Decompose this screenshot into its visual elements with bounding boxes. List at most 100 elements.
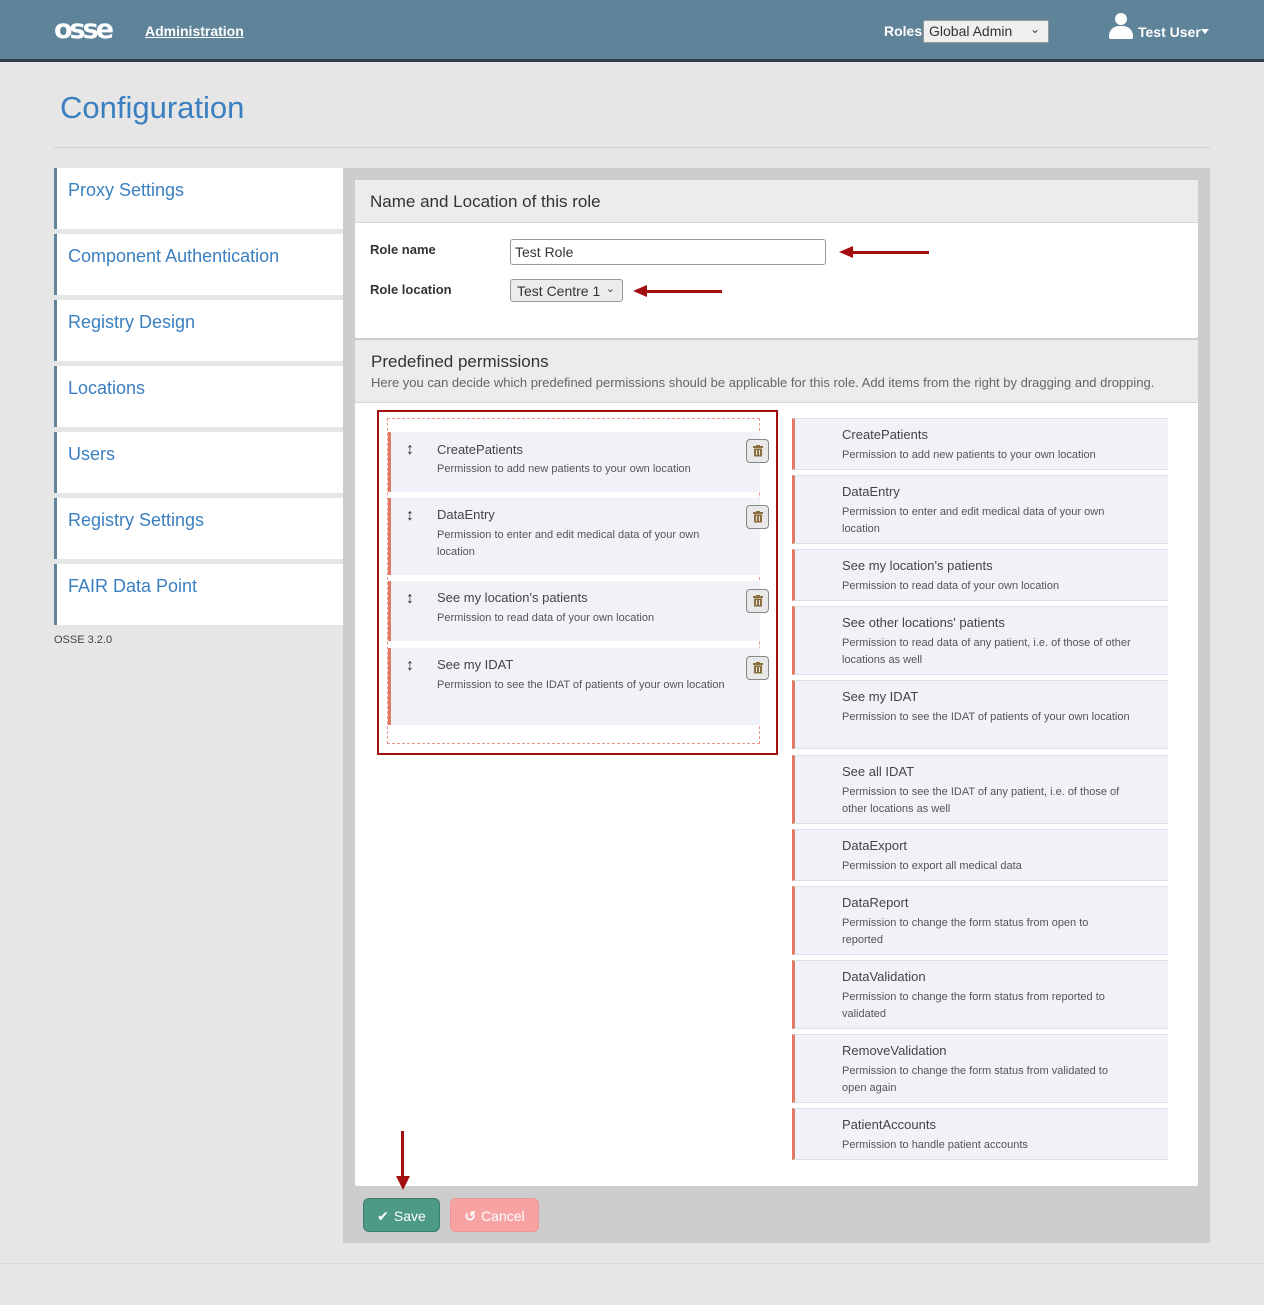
available-permission-item[interactable]: See other locations' patients Permission… [792, 606, 1168, 675]
permissions-header: Predefined permissions Here you can deci… [355, 340, 1198, 403]
check-icon: ✔ [377, 1208, 389, 1224]
role-section-title: Name and Location of this role [355, 180, 1198, 223]
roles-select-value: Global Admin [929, 23, 1013, 39]
annotation-arrow-role-name [852, 251, 929, 254]
drag-handle-icon[interactable]: ↕ [406, 441, 414, 459]
permission-title: See other locations' patients [842, 615, 1005, 630]
title-divider [54, 147, 1210, 148]
role-name-label: Role name [370, 242, 436, 257]
sidebar-item-component-authentication[interactable]: Component Authentication [54, 234, 343, 295]
available-permission-item[interactable]: See my IDAT Permission to see the IDAT o… [792, 680, 1168, 749]
permission-title: See my location's patients [842, 558, 993, 573]
page-title: Configuration [60, 90, 245, 125]
permission-description: Permission to enter and edit medical dat… [437, 529, 700, 558]
trash-icon[interactable] [746, 439, 769, 463]
permission-description: Permission to read data of your own loca… [437, 612, 655, 624]
save-button[interactable]: ✔ Save [363, 1198, 440, 1232]
sidebar-item-registry-settings[interactable]: Registry Settings [54, 498, 343, 559]
permission-title: CreatePatients [842, 427, 928, 442]
permission-title: See my IDAT [842, 689, 919, 704]
permissions-section: Predefined permissions Here you can deci… [354, 339, 1199, 1187]
annotation-arrow-head [633, 285, 647, 297]
role-location-label: Role location [370, 282, 452, 297]
permission-title: See my IDAT [437, 657, 514, 672]
osse-logo[interactable]: osse [54, 15, 114, 45]
sidebar-item-proxy-settings[interactable]: Proxy Settings [54, 168, 343, 229]
available-permission-item[interactable]: PatientAccounts Permission to handle pat… [792, 1108, 1168, 1160]
permission-title: DataValidation [842, 969, 926, 984]
undo-icon: ↺ [464, 1208, 477, 1224]
available-permission-item[interactable]: DataValidation Permission to change the … [792, 960, 1168, 1029]
permission-title: See all IDAT [842, 764, 915, 779]
footer-divider [0, 1263, 1264, 1264]
role-name-input[interactable]: Test Role [510, 239, 826, 265]
cancel-button[interactable]: ↺ Cancel [450, 1198, 539, 1232]
trash-icon[interactable] [746, 589, 769, 613]
available-permission-item[interactable]: DataExport Permission to export all medi… [792, 829, 1168, 881]
available-permission-item[interactable]: DataReport Permission to change the form… [792, 886, 1168, 955]
sidebar-item-users[interactable]: Users [54, 432, 343, 493]
permission-title: See my location's patients [437, 590, 588, 605]
selected-permission-item[interactable]: ↕ See my location's patients Permission … [388, 581, 769, 641]
top-navbar: osse Administration Roles Global Admin ⌄… [0, 0, 1264, 62]
permission-description: Permission to add new patients to your o… [842, 449, 1096, 461]
user-menu[interactable]: Test User [1138, 24, 1201, 40]
caret-down-icon[interactable] [1201, 29, 1209, 34]
roles-label: Roles [884, 23, 923, 39]
chevron-down-icon: ⌄ [1029, 22, 1040, 36]
sidebar-item-fair-data-point[interactable]: FAIR Data Point [54, 564, 343, 625]
save-label: Save [393, 1208, 426, 1224]
role-section: Name and Location of this role Role name… [354, 179, 1199, 339]
permission-description: Permission to change the form status fro… [842, 1065, 1108, 1094]
permission-description: Permission to see the IDAT of any patien… [842, 786, 1120, 815]
annotation-arrow-role-location [646, 290, 722, 293]
permission-description: Permission to handle patient accounts [842, 1139, 1028, 1151]
selected-permission-item[interactable]: ↕ See my IDAT Permission to see the IDAT… [388, 648, 769, 725]
available-permission-item[interactable]: DataEntry Permission to enter and edit m… [792, 475, 1168, 544]
available-permission-item[interactable]: See my location's patients Permission to… [792, 549, 1168, 601]
permission-description: Permission to enter and edit medical dat… [842, 506, 1105, 535]
annotation-arrow-head [839, 246, 853, 258]
administration-link[interactable]: Administration [145, 23, 244, 39]
permission-title: PatientAccounts [842, 1117, 936, 1132]
permission-description: Permission to see the IDAT of patients o… [842, 711, 1130, 723]
permission-description: Permission to add new patients to your o… [437, 463, 691, 475]
drag-handle-icon[interactable]: ↕ [406, 657, 414, 675]
roles-select[interactable]: Global Admin ⌄ [923, 20, 1049, 43]
permission-title: DataEntry [437, 507, 495, 522]
available-permission-item[interactable]: See all IDAT Permission to see the IDAT … [792, 755, 1168, 824]
permissions-title: Predefined permissions [371, 352, 549, 371]
permission-description: Permission to read data of your own loca… [842, 580, 1060, 592]
available-permission-item[interactable]: CreatePatients Permission to add new pat… [792, 418, 1168, 470]
annotation-arrow-save [401, 1131, 404, 1177]
selected-permissions-dropzone[interactable]: ↕ CreatePatients Permission to add new p… [387, 418, 769, 744]
chevron-down-icon: ⌄ [605, 283, 615, 295]
permission-title: DataReport [842, 895, 909, 910]
permission-description: Permission to see the IDAT of patients o… [437, 679, 725, 691]
selected-permission-item[interactable]: ↕ CreatePatients Permission to add new p… [388, 432, 769, 492]
drag-handle-icon[interactable]: ↕ [406, 507, 414, 525]
trash-icon[interactable] [746, 505, 769, 529]
role-location-select[interactable]: Test Centre 1 ⌄ [510, 279, 623, 302]
permission-description: Permission to read data of any patient, … [842, 637, 1131, 666]
permission-title: DataExport [842, 838, 908, 853]
trash-icon[interactable] [746, 656, 769, 680]
permission-title: CreatePatients [437, 442, 523, 457]
available-permission-item[interactable]: RemoveValidation Permission to change th… [792, 1034, 1168, 1103]
permission-title: RemoveValidation [842, 1043, 947, 1058]
drag-handle-icon[interactable]: ↕ [406, 590, 414, 608]
cancel-label: Cancel [481, 1208, 525, 1224]
user-icon[interactable] [1108, 13, 1134, 40]
permission-title: DataEntry [842, 484, 900, 499]
permission-description: Permission to change the form status fro… [842, 917, 1089, 946]
version-label: OSSE 3.2.0 [54, 634, 113, 646]
permission-description: Permission to change the form status fro… [842, 991, 1105, 1020]
sidebar-item-locations[interactable]: Locations [54, 366, 343, 427]
selected-permission-item[interactable]: ↕ DataEntry Permission to enter and edit… [388, 498, 769, 575]
permissions-description: Here you can decide which predefined per… [371, 375, 1155, 390]
role-location-value: Test Centre 1 [517, 283, 601, 299]
annotation-arrow-head [396, 1176, 410, 1190]
selected-permissions-highlight: ↕ CreatePatients Permission to add new p… [377, 410, 778, 755]
sidebar-item-registry-design[interactable]: Registry Design [54, 300, 343, 361]
permission-description: Permission to export all medical data [842, 860, 1022, 872]
